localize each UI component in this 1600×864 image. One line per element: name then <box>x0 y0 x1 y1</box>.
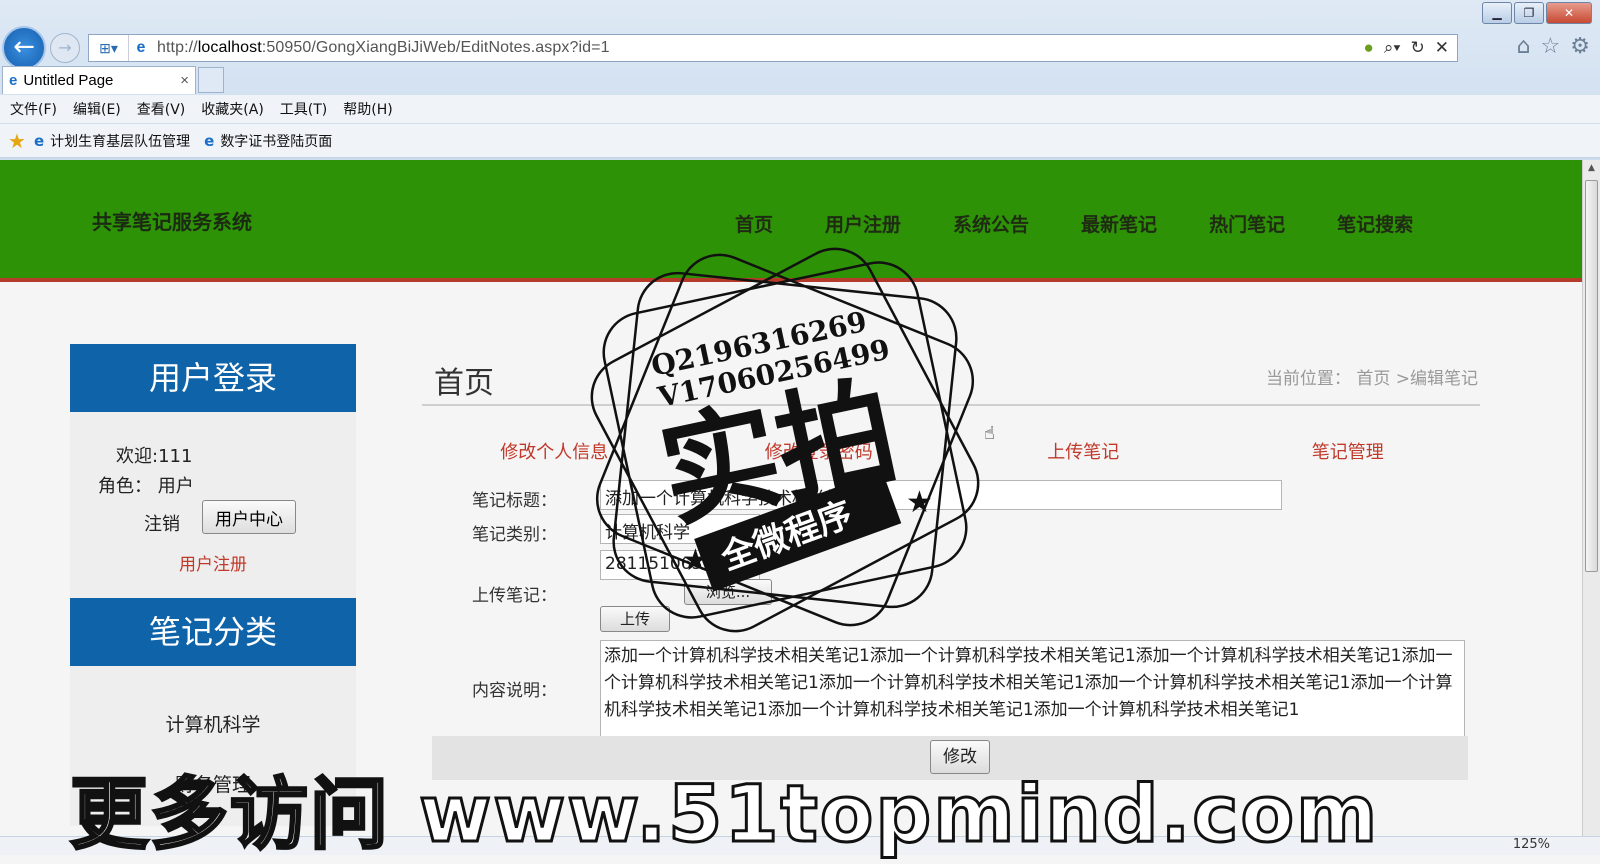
menu-edit[interactable]: 编辑(E) <box>73 99 121 119</box>
role-text: 角色： 用户 <box>98 476 194 497</box>
nav-hot-notes[interactable]: 热门笔记 <box>1209 210 1285 237</box>
ie-icon: e <box>204 131 215 150</box>
modify-button[interactable]: 修改 <box>930 740 990 774</box>
forward-button[interactable]: → <box>50 33 80 63</box>
subnav-note-management[interactable]: 笔记管理 <box>1216 438 1481 464</box>
tab-untitled-page[interactable]: e Untitled Page × <box>2 66 196 94</box>
nav-register[interactable]: 用户注册 <box>825 210 901 237</box>
user-subnav: 修改个人信息 修改登录密码 上传笔记 笔记管理 <box>422 438 1480 464</box>
silverlight-icon[interactable]: ● <box>1364 38 1374 58</box>
register-link[interactable]: 用户注册 <box>70 550 356 575</box>
upload-note-label: 上传笔记： <box>472 586 557 606</box>
sidebar: 用户登录 欢迎:111 角色： 用户 注销 用户中心 用户注册 笔记分类 计算机… <box>70 344 356 826</box>
nav-announcements[interactable]: 系统公告 <box>953 210 1029 237</box>
note-title-input[interactable]: 添加一个计算机科学技术相关笔记1 <box>600 480 1282 510</box>
window-controls: ▁ ❐ ✕ <box>1482 2 1592 24</box>
new-tab-button[interactable] <box>198 67 224 93</box>
user-center-button[interactable]: 用户中心 <box>202 500 296 534</box>
restore-button[interactable]: ❐ <box>1514 2 1544 24</box>
favorites-star-icon[interactable]: ★ <box>8 129 26 153</box>
ie-icon: e <box>33 131 45 150</box>
compat-view-icon[interactable]: ⊞▾ <box>89 35 129 61</box>
divider <box>422 404 1480 406</box>
favorite-item-1[interactable]: e 计划生育基层队伍管理 <box>34 131 190 151</box>
zoom-level[interactable]: 125% <box>1513 837 1550 852</box>
ie-page-icon: e <box>136 39 146 56</box>
menu-favorites[interactable]: 收藏夹(A) <box>201 99 264 119</box>
status-bar: 125% <box>0 836 1600 855</box>
category-panel-title: 笔记分类 <box>70 598 356 666</box>
upload-file-field[interactable]: 281151063 <box>600 550 760 580</box>
category-panel: 计算机科学 财务管理 <box>70 666 356 826</box>
note-category-label: 笔记类别： <box>472 525 557 545</box>
upload-button[interactable]: 上传 <box>600 606 670 632</box>
favorites-star-icon[interactable]: ☆ <box>1541 34 1561 59</box>
menu-bar: 文件(F) 编辑(E) 查看(V) 收藏夹(A) 工具(T) 帮助(H) <box>0 95 1600 123</box>
welcome-text: 欢迎:111 <box>116 446 193 467</box>
category-item[interactable]: 财务管理 <box>70 770 356 797</box>
nav-latest-notes[interactable]: 最新笔记 <box>1081 210 1157 237</box>
scroll-up-arrow-icon[interactable]: ▲ <box>1583 160 1600 177</box>
favorites-bar: ★ e 计划生育基层队伍管理 e 数字证书登陆页面 <box>0 124 1600 158</box>
favorite-label: 计划生育基层队伍管理 <box>50 133 191 150</box>
nav-search-notes[interactable]: 笔记搜索 <box>1337 210 1413 237</box>
hand-cursor-icon: ☝ <box>984 423 995 444</box>
category-item[interactable]: 计算机科学 <box>70 710 356 737</box>
search-icon[interactable]: ⌕▾ <box>1384 38 1401 58</box>
close-tab-icon[interactable]: × <box>180 72 189 89</box>
close-window-button[interactable]: ✕ <box>1546 2 1592 24</box>
description-label: 内容说明： <box>472 681 557 701</box>
login-panel-title: 用户登录 <box>70 344 356 412</box>
ie-tab-icon: e <box>9 72 18 89</box>
nav-home[interactable]: 首页 <box>735 210 773 237</box>
back-button[interactable]: ← <box>2 26 46 70</box>
menu-help[interactable]: 帮助(H) <box>343 99 392 119</box>
scroll-thumb[interactable] <box>1585 180 1598 572</box>
browser-chrome: ▁ ❐ ✕ ← → ⊞▾ e http://localhost:50950/Go… <box>0 0 1600 160</box>
subnav-edit-profile[interactable]: 修改个人信息 <box>422 438 687 464</box>
web-page: 共享笔记服务系统 首页 用户注册 系统公告 最新笔记 热门笔记 笔记搜索 用户登… <box>0 160 1582 855</box>
site-header: 共享笔记服务系统 首页 用户注册 系统公告 最新笔记 热门笔记 笔记搜索 <box>0 160 1582 282</box>
breadcrumb: 当前位置： 首页 >编辑笔记 <box>1265 369 1478 389</box>
menu-tools[interactable]: 工具(T) <box>280 99 327 119</box>
browse-button[interactable]: 浏览... <box>684 579 772 605</box>
note-title-label: 笔记标题： <box>472 491 557 511</box>
vertical-scrollbar[interactable]: ▲ ▼ <box>1582 160 1600 855</box>
page-title: 首页 <box>434 366 494 401</box>
site-nav: 首页 用户注册 系统公告 最新笔记 热门笔记 笔记搜索 <box>735 210 1413 237</box>
favorite-label: 数字证书登陆页面 <box>220 133 333 150</box>
menu-view[interactable]: 查看(V) <box>137 99 186 119</box>
menu-file[interactable]: 文件(F) <box>10 99 57 119</box>
minimize-button[interactable]: ▁ <box>1482 2 1512 24</box>
refresh-icon[interactable]: ↻ <box>1411 38 1425 58</box>
submit-bar: 修改 <box>432 736 1468 780</box>
subnav-change-password[interactable]: 修改登录密码 <box>687 438 952 464</box>
note-category-select[interactable]: 计算机科学 <box>600 514 760 544</box>
login-panel: 欢迎:111 角色： 用户 注销 用户中心 用户注册 <box>70 412 356 598</box>
stop-icon[interactable]: ✕ <box>1435 38 1449 58</box>
tab-title: Untitled Page <box>23 72 114 89</box>
site-title: 共享笔记服务系统 <box>92 210 252 234</box>
description-textarea[interactable]: 添加一个计算机科学技术相关笔记1添加一个计算机科学技术相关笔记1添加一个计算机科… <box>600 640 1465 740</box>
gear-icon[interactable]: ⚙ <box>1570 34 1590 59</box>
url-text[interactable]: http://localhost:50950/GongXiangBiJiWeb/… <box>153 39 1364 57</box>
logout-link[interactable]: 注销 <box>144 510 180 536</box>
favorite-item-2[interactable]: e 数字证书登陆页面 <box>204 131 332 151</box>
address-bar[interactable]: ⊞▾ e http://localhost:50950/GongXiangBiJ… <box>88 34 1458 62</box>
home-icon[interactable]: ⌂ <box>1517 34 1531 59</box>
